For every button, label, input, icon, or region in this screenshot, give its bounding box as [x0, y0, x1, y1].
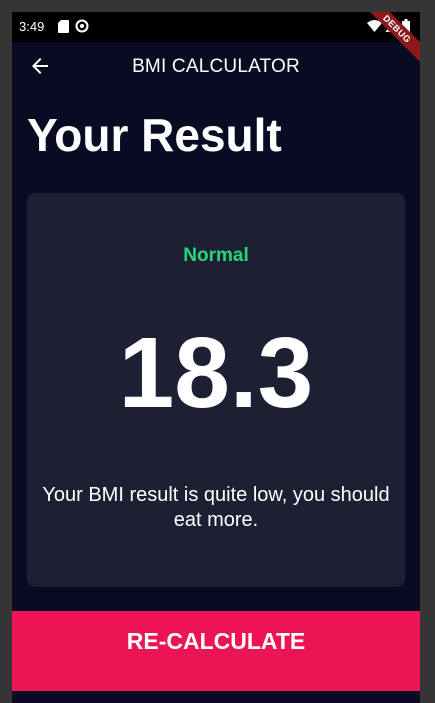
sync-icon	[75, 19, 89, 33]
status-time: 3:49	[19, 19, 45, 34]
device-frame: 3:49 DEBUG BMI CALCULATOR Your Result No…	[0, 0, 435, 703]
app-screen: 3:49 DEBUG BMI CALCULATOR Your Result No…	[12, 12, 420, 703]
page-title: Your Result	[27, 109, 282, 161]
bmi-value: 18.3	[118, 317, 314, 429]
status-bar: 3:49 DEBUG	[12, 12, 420, 66]
app-title: BMI CALCULATOR	[132, 56, 300, 77]
result-message: Your BMI result is quite low, you should…	[42, 484, 390, 531]
result-status: Normal	[183, 245, 249, 266]
app-bar: BMI CALCULATOR	[12, 42, 420, 92]
sd-card-icon	[58, 19, 69, 33]
recalculate-button[interactable]: RE-CALCULATE	[12, 611, 420, 691]
status-left-icons	[58, 19, 89, 33]
result-card: Normal 18.3 Your BMI result is quite low…	[27, 193, 405, 587]
